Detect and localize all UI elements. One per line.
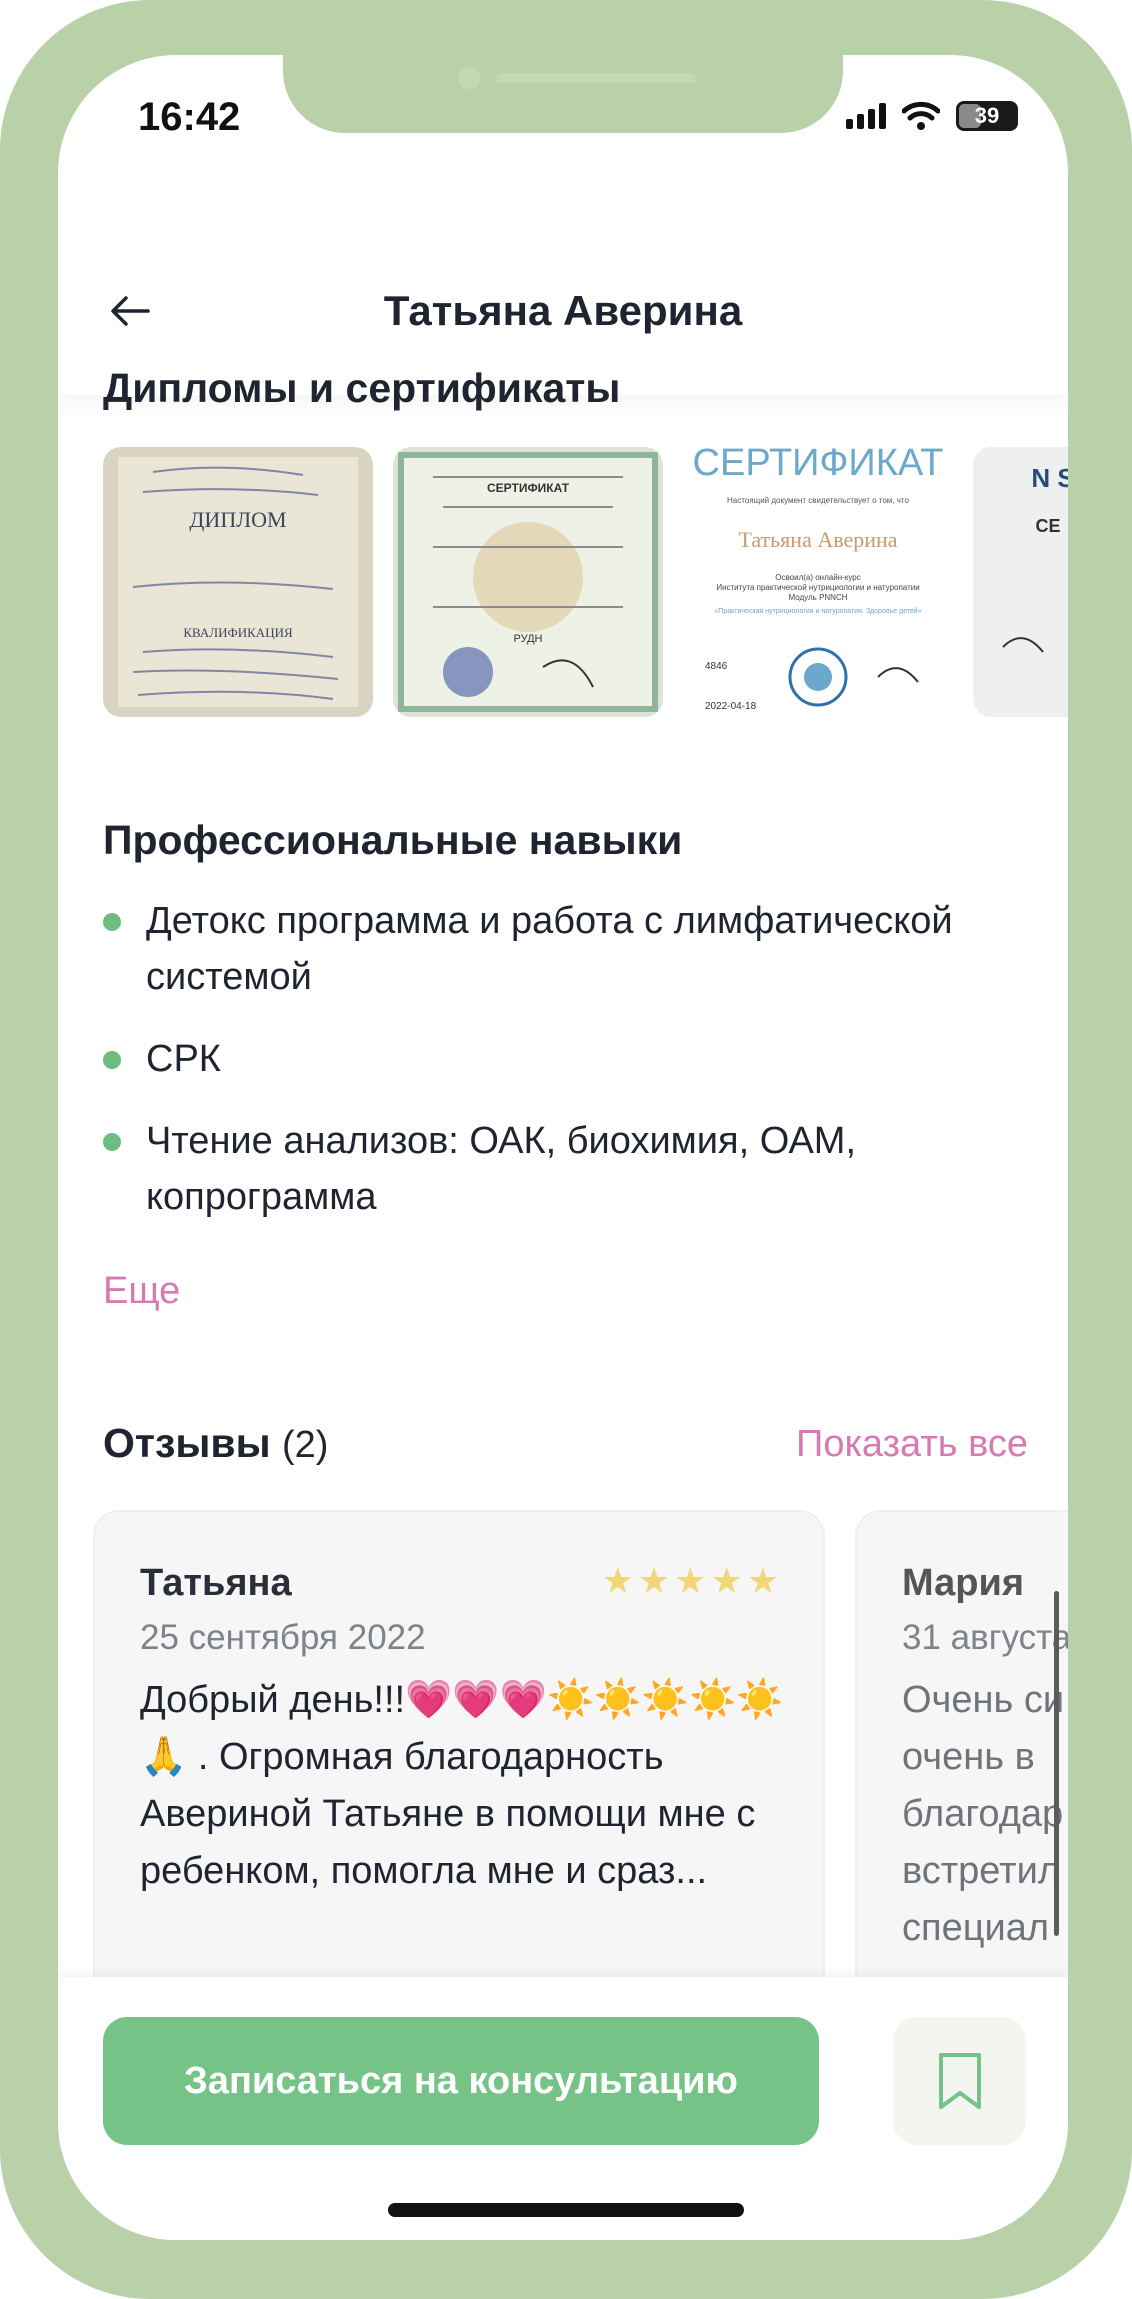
bookmark-icon [938,2053,981,2109]
cert-2-heading: СЕРТИФИКАТ [487,481,570,495]
cert-3-line3: Института практической нутрициологии и н… [716,583,919,592]
review-author: Мария [902,1562,1024,1604]
skill-label: СРК [146,1038,221,1080]
certificates-heading: Дипломы и сертификаты [103,365,621,411]
wifi-icon [902,101,940,130]
star-rating-icon: ★★★★★ [601,1560,783,1601]
cert-1-heading: ДИПЛОМ [189,507,286,532]
skills-list: Детокс программа и работа с лимфатическо… [103,893,1003,1251]
certificate-thumbnail[interactable]: N S CE [973,447,1068,717]
bookmark-button[interactable] [893,2017,1026,2145]
bottom-action-bar: Записаться на консультацию [58,1977,1068,2240]
cert-3-date: 2022-04-18 [705,701,757,712]
scrollbar[interactable] [1054,1591,1059,1936]
skill-item: СРК [103,1031,1003,1087]
cert-3-heading: СЕРТИФИКАТ [693,447,944,484]
skill-item: Чтение анализов: ОАК, биохимия, ОАМ, коп… [103,1113,1003,1225]
cellular-signal-icon [846,103,886,129]
page-title: Татьяна Аверина [383,287,743,334]
review-text: Добрый день!!!💗💗💗☀️☀️☀️☀️☀️🙏 . Огромная … [140,1679,784,1892]
cert-1-subheading: КВАЛИФИКАЦИЯ [183,625,293,640]
home-indicator[interactable] [388,2203,744,2217]
cert-2-subheading: РУДН [514,633,543,645]
device-notch [283,55,843,133]
cert-3-line1: Настоящий документ свидетельствует о том… [727,496,909,505]
app-screen: 16:42 39 Татьяна Аверина Дипломы и серти… [58,55,1068,2240]
certificate-thumbnail[interactable]: СЕРТИФИКАТ РУДН [393,447,663,717]
review-text: Очень си очень в благодар встретил специ… [902,1679,1065,1949]
status-time: 16:42 [138,95,241,139]
battery-icon: 39 [956,101,1018,131]
cert-3-name: Татьяна Аверина [738,527,897,552]
certificate-thumbnail[interactable]: ДИПЛОМ КВАЛИФИКАЦИЯ [103,447,373,717]
skill-label: Чтение анализов: ОАК, биохимия, ОАМ, коп… [146,1120,856,1218]
review-card[interactable]: Мария 31 августа Очень си очень в благод… [855,1510,1068,2054]
cert-3-line2: Освоил(а) онлайн-курс [775,573,860,582]
skill-label: Детокс программа и работа с лимфатическо… [146,900,953,998]
certificates-gallery[interactable]: ДИПЛОМ КВАЛИФИКАЦИЯ СЕРТИФИКАТ РУДН СЕРТ… [103,447,1068,717]
reviews-title: Отзывы [103,1420,271,1466]
status-icons: 39 [846,101,1018,131]
reviews-count: (2) [282,1424,329,1466]
skill-item: Детокс программа и работа с лимфатическо… [103,893,1003,1005]
review-author: Татьяна [140,1562,292,1604]
skills-more-link[interactable]: Еще [103,1270,180,1313]
reviews-heading: Отзывы (2) [103,1420,328,1467]
battery-level: 39 [974,103,1000,128]
certificate-thumbnail[interactable]: СЕРТИФИКАТ Настоящий документ свидетельс… [683,447,953,717]
review-card[interactable]: Татьяна ★★★★★ 25 сентября 2022 Добрый де… [93,1510,825,2054]
show-all-reviews-link[interactable]: Показать все [796,1423,1028,1466]
camera-dot [458,67,480,89]
review-date: 31 августа [902,1618,1068,1657]
cert-4-heading: N S [1031,463,1068,493]
cert-3-number: 4846 [705,661,728,672]
cert-3-line4: Модуль PNNCH [788,593,847,602]
speaker-grille [496,73,696,83]
cert-4-subheading: CE [1035,516,1060,536]
cert-3-line5: «Практическая нутрициология и натуропати… [714,607,921,615]
review-date: 25 сентября 2022 [140,1618,426,1657]
book-consultation-button[interactable]: Записаться на консультацию [103,2017,819,2145]
skills-heading: Профессиональные навыки [103,817,683,863]
bullet-dot [103,1051,121,1069]
bullet-dot [103,913,121,931]
bullet-dot [103,1133,121,1151]
